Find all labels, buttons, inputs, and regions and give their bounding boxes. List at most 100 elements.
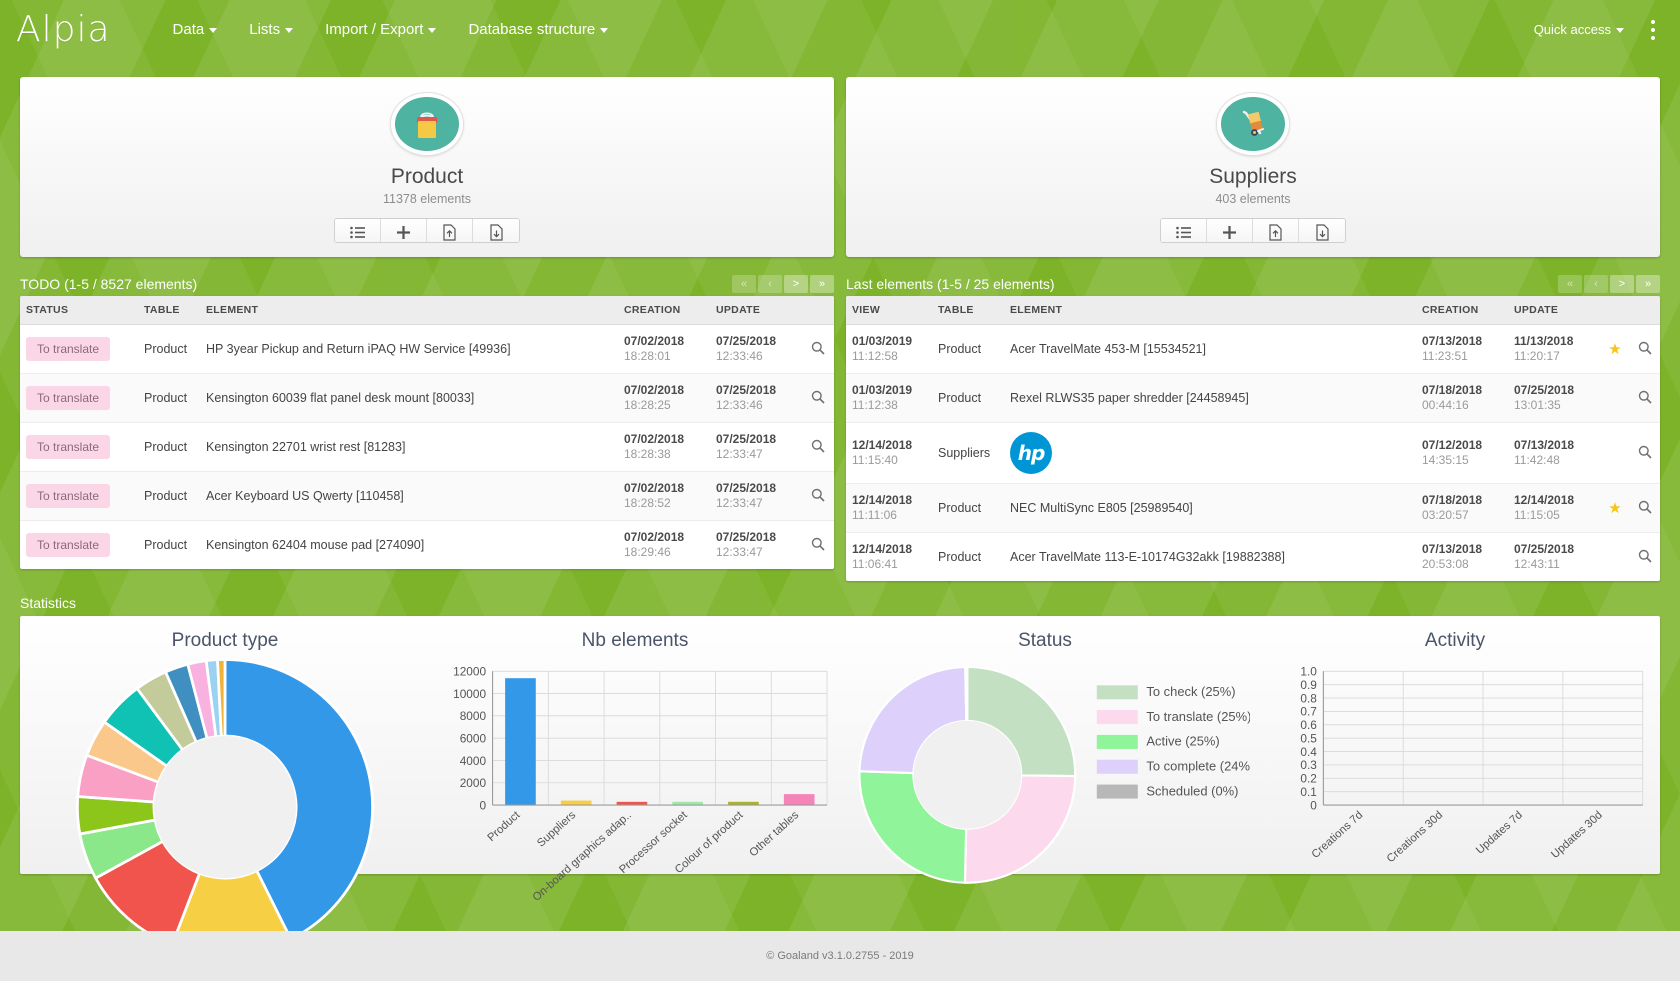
- table-row[interactable]: To translate Product Kensington 60039 flat…: [20, 373, 834, 423]
- table-row[interactable]: 01/03/2019 11:12:58 Product Acer TravelMate…: [846, 324, 1660, 374]
- chart-activity: Activity 0 0.1 0.2 0.3 0.4 0.5 0.6 0.7 0.8 0.9 1.0…: [1250, 624, 1660, 870]
- last-cell-element: Acer TravelMate 453-M [15534521]: [1004, 324, 1416, 374]
- chevron-down-icon: [209, 27, 218, 33]
- last-col-favorite: [1600, 296, 1630, 325]
- pager-last-button[interactable]: »: [1636, 274, 1660, 293]
- chart-product-type: Product type: [20, 624, 430, 957]
- table-row[interactable]: 12/14/2018 11:06:41 Product Acer TravelMate…: [846, 533, 1660, 582]
- kebab-menu-icon[interactable]: [1638, 10, 1668, 50]
- last-elements-panel: Last elements (1-5 / 25 elements) « ‹ > …: [846, 271, 1660, 581]
- search-icon[interactable]: [1638, 549, 1652, 566]
- chart-product-type-canvas: [20, 654, 430, 968]
- nav-item-lists[interactable]: Lists: [233, 2, 309, 57]
- todo-cell-table: Product: [138, 373, 200, 423]
- last-col-creation: CREATION: [1416, 296, 1508, 325]
- tile-suppliers[interactable]: Suppliers 403 elements: [846, 77, 1660, 257]
- import-icon[interactable]: [427, 218, 473, 242]
- todo-cell-status: To translate: [20, 324, 138, 374]
- pager-next-button[interactable]: >: [784, 274, 808, 293]
- search-icon[interactable]: [811, 341, 825, 358]
- last-col-actions: [1630, 296, 1660, 325]
- import-icon[interactable]: [1253, 218, 1299, 242]
- todo-table-header-row: STATUS TABLE ELEMENT CREATION UPDATE: [20, 296, 834, 325]
- pager-last-button[interactable]: »: [810, 274, 834, 293]
- table-row[interactable]: 12/14/2018 11:15:40 Suppliers hp 07/12/2018 1…: [846, 422, 1660, 484]
- pager-next-button[interactable]: >: [1610, 274, 1634, 293]
- list-icon[interactable]: [335, 218, 381, 242]
- panels-row: TODO (1-5 / 8527 elements) « ‹ > » STATU…: [0, 257, 1680, 581]
- search-icon[interactable]: [811, 439, 825, 456]
- todo-cell-table: Product: [144, 538, 188, 552]
- table-row[interactable]: 12/14/2018 11:11:06 Product NEC MultiSync E…: [846, 483, 1660, 533]
- pie-slice[interactable]: [964, 665, 969, 723]
- export-icon[interactable]: [473, 218, 519, 242]
- footer-copyright: © Goaland v3.1.0.2755 - 2019: [766, 950, 914, 962]
- todo-cell-element: Kensington 22701 wrist rest [81283]: [200, 422, 618, 472]
- pager-first-button[interactable]: «: [1558, 274, 1582, 293]
- todo-cell-element: Acer Keyboard US Qwerty [110458]: [200, 471, 618, 521]
- tile-product[interactable]: Product 11378 elements: [20, 77, 834, 257]
- table-row[interactable]: To translate Product Kensington 62404 mous…: [20, 521, 834, 570]
- todo-col-update: UPDATE: [710, 296, 802, 325]
- last-elements-pager: « ‹ > »: [1558, 274, 1660, 293]
- nav-item-import-export[interactable]: Import / Export: [309, 2, 452, 57]
- legend-swatch: [1096, 734, 1138, 749]
- search-icon[interactable]: [1638, 445, 1652, 462]
- list-icon[interactable]: [1161, 218, 1207, 242]
- tile-suppliers-actions: [1160, 217, 1346, 243]
- quick-access-button[interactable]: Quick access: [1524, 2, 1634, 57]
- legend-swatch: [1096, 759, 1138, 774]
- search-icon[interactable]: [811, 390, 825, 407]
- search-icon[interactable]: [1638, 341, 1652, 358]
- todo-cell-element: Kensington 62404 mouse pad [274090]: [206, 538, 425, 552]
- last-cell-update: 07/25/2018 13:01:35: [1508, 373, 1600, 423]
- tile-suppliers-count: 403 elements: [1215, 191, 1291, 206]
- todo-cell-table: Product: [138, 324, 200, 374]
- pager-prev-button[interactable]: ‹: [1584, 274, 1608, 293]
- last-cell-table: Product: [938, 550, 982, 564]
- favorite-star-icon[interactable]: ★: [1608, 341, 1621, 358]
- pager-first-button[interactable]: «: [732, 274, 756, 293]
- search-icon[interactable]: [811, 488, 825, 505]
- plus-icon[interactable]: [381, 218, 427, 242]
- hp-logo-icon: hp: [1010, 432, 1052, 474]
- table-row[interactable]: To translate Product Acer Keyboard US Qwer…: [20, 471, 834, 521]
- pager-prev-button[interactable]: ‹: [758, 274, 782, 293]
- plus-icon[interactable]: [1207, 218, 1253, 242]
- last-cell-table: Product: [932, 483, 1004, 533]
- x-axis-tick-label: Creations 30d: [1385, 809, 1445, 865]
- todo-cell-status: To translate: [20, 422, 138, 472]
- todo-cell-update: 07/25/2018 12:33:46: [710, 324, 802, 374]
- last-cell-element: hp: [1004, 422, 1416, 484]
- bar[interactable]: [560, 800, 592, 806]
- search-icon[interactable]: [811, 537, 825, 554]
- y-axis-tick-label: 0.6: [1300, 718, 1317, 732]
- chart-status-title: Status: [1018, 630, 1072, 651]
- app-logo[interactable]: Alpia: [16, 9, 111, 50]
- table-row[interactable]: 01/03/2019 11:12:38 Product Rexel RLWS35 pa…: [846, 373, 1660, 423]
- last-cell-creation: 07/13/2018 20:53:08: [1422, 542, 1483, 571]
- status-badge: To translate: [26, 435, 111, 459]
- todo-cell-element: Kensington 60039 flat panel desk mount […: [200, 373, 618, 423]
- bar[interactable]: [783, 794, 815, 806]
- chart-nb-elements: Nb elements 0 2000 4000 6000 8000 10000 12000 P…: [430, 624, 840, 902]
- search-icon[interactable]: [1638, 390, 1652, 407]
- last-cell-creation: 07/18/2018 03:20:57: [1416, 483, 1508, 533]
- table-row[interactable]: To translate Product Kensington 22701 wris…: [20, 422, 834, 472]
- table-row[interactable]: To translate Product HP 3year Pickup and R…: [20, 324, 834, 374]
- todo-cell-creation: 07/02/2018 18:28:25: [618, 373, 710, 423]
- legend-label: Scheduled (0%): [1146, 783, 1238, 798]
- nav-item-database-structure[interactable]: Database structure: [452, 2, 624, 57]
- status-badge: To translate: [26, 533, 111, 557]
- last-cell-update: 07/25/2018 12:43:11: [1514, 542, 1575, 571]
- search-icon[interactable]: [1638, 500, 1652, 517]
- chevron-down-icon: [285, 27, 294, 33]
- export-icon[interactable]: [1299, 218, 1345, 242]
- y-axis-tick-label: 6000: [460, 731, 487, 745]
- bar[interactable]: [505, 678, 536, 806]
- favorite-star-icon[interactable]: ★: [1608, 500, 1621, 517]
- todo-cell-table: Product: [138, 422, 200, 472]
- nav-item-data[interactable]: Data: [157, 2, 234, 57]
- nav-item-data-label: Data: [172, 21, 205, 38]
- nav-item-import-export-label: Import / Export: [325, 21, 424, 38]
